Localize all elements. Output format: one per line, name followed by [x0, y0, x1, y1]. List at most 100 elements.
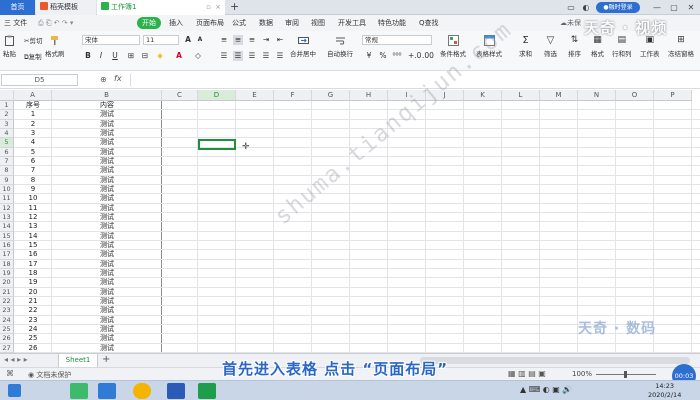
sheet-tab-sheet1[interactable]: Sheet1 [58, 354, 98, 367]
header-cell-a[interactable]: 序号 [14, 101, 52, 110]
percent-icon[interactable]: % [378, 51, 388, 61]
header-cell-b[interactable]: 内容 [52, 101, 162, 110]
column-header-d[interactable]: D [198, 90, 236, 101]
row-header[interactable]: 15 [0, 231, 14, 241]
align-left-icon[interactable]: ☰ [219, 51, 229, 61]
table-cell[interactable]: 测试 [52, 269, 162, 278]
row-header[interactable]: 25 [0, 324, 14, 335]
row-header[interactable]: 17 [0, 250, 14, 260]
sheet-nav-icons[interactable]: ◂ ◂ ▸ ▸ [4, 355, 28, 364]
table-cell[interactable]: 测试 [52, 288, 162, 297]
table-cell[interactable]: 测试 [52, 120, 162, 129]
row-header[interactable]: 24 [0, 315, 14, 325]
row-header[interactable]: 10 [0, 184, 14, 195]
column-header-h[interactable]: H [350, 90, 388, 101]
thousands-icon[interactable]: ⁰⁰⁰ [392, 51, 402, 61]
grow-font-icon[interactable]: A [183, 35, 193, 45]
table-cell[interactable]: 14 [14, 232, 52, 241]
windows-start-icon[interactable] [8, 384, 21, 397]
increase-decimal-icon[interactable]: +.0 [408, 51, 421, 61]
column-header-o[interactable]: O [616, 90, 654, 101]
row-header[interactable]: 7 [0, 156, 14, 167]
table-cell[interactable]: 5 [14, 148, 52, 157]
close-icon[interactable]: ✕ [684, 1, 698, 14]
table-cell[interactable]: 测试 [52, 278, 162, 287]
table-cell[interactable]: 20 [14, 288, 52, 297]
outdent-icon[interactable]: ⇤ [275, 35, 285, 45]
login-button[interactable]: ●融时登录 [596, 2, 640, 13]
format-button[interactable]: ▦ 格式 [591, 35, 604, 58]
add-sheet-button[interactable]: + [102, 354, 110, 365]
menu-search[interactable]: Q查找 [419, 17, 439, 29]
table-cell[interactable]: 测试 [52, 157, 162, 166]
zoom-slider-handle[interactable] [624, 371, 627, 378]
copy-button[interactable]: ⧉复制 [24, 51, 42, 62]
column-header-n[interactable]: N [578, 90, 616, 101]
select-all-corner[interactable] [0, 90, 14, 101]
table-cell[interactable]: 7 [14, 166, 52, 175]
tray-icons[interactable]: ▲ ⌨ ◐ ▣ 🔊 [520, 385, 572, 394]
freeze-button[interactable]: ⊞ 冻结窗格 [668, 35, 694, 58]
font-size-select[interactable]: 11 [143, 35, 179, 45]
table-cell[interactable]: 13 [14, 222, 52, 231]
row-header[interactable]: 27 [0, 343, 14, 353]
row-header[interactable]: 3 [0, 119, 14, 129]
row-header[interactable]: 2 [0, 110, 14, 120]
row-header[interactable]: 13 [0, 212, 14, 223]
doc-protection-status[interactable]: ◉ 文档未保护 [28, 370, 71, 380]
paste-button[interactable]: 粘贴 [3, 35, 16, 58]
sort-button[interactable]: ⇅ 排序 [568, 35, 581, 58]
table-cell[interactable]: 测试 [52, 129, 162, 138]
table-cell[interactable]: 9 [14, 185, 52, 194]
row-header[interactable]: 6 [0, 147, 14, 157]
row-header[interactable]: 21 [0, 287, 14, 297]
merge-border-icon[interactable]: ⊟ [140, 51, 150, 61]
app-icon-blue[interactable] [98, 383, 116, 399]
row-header[interactable]: 22 [0, 296, 14, 307]
decrease-decimal-icon[interactable]: .00 [422, 51, 434, 61]
row-header[interactable]: 23 [0, 306, 14, 316]
table-cell[interactable]: 测试 [52, 334, 162, 343]
table-cell[interactable]: 测试 [52, 110, 162, 119]
formula-input[interactable] [130, 74, 698, 86]
distribute-icon[interactable]: ☰ [275, 51, 285, 61]
tab-daoke-template[interactable]: 稻壳模板 [36, 0, 96, 15]
table-cell[interactable]: 6 [14, 157, 52, 166]
worksheet-button[interactable]: ▣ 工作表 [640, 35, 660, 58]
table-cell[interactable]: 24 [14, 325, 52, 334]
table-cell[interactable]: 测试 [52, 306, 162, 315]
cut-button[interactable]: ✂剪切 [24, 35, 42, 45]
row-header[interactable]: 18 [0, 259, 14, 269]
table-cell[interactable]: 10 [14, 194, 52, 203]
table-cell[interactable]: 3 [14, 129, 52, 138]
new-tab-button[interactable]: + [230, 0, 239, 15]
column-header-l[interactable]: L [502, 90, 540, 101]
column-header-g[interactable]: G [312, 90, 350, 101]
wps-spreadsheet-icon[interactable] [198, 383, 216, 399]
column-header-a[interactable]: A [14, 90, 52, 101]
fx-button[interactable]: fx [114, 74, 122, 83]
table-cell[interactable]: 4 [14, 138, 52, 147]
view-mode-icons[interactable]: ▦ ▥ ▤ ▣ [508, 369, 546, 378]
column-header-b[interactable]: B [52, 90, 162, 101]
menu-page-layout[interactable]: 页面布局 [196, 17, 224, 29]
zoom-search-icon[interactable]: ⊕ [100, 75, 107, 84]
table-cell[interactable]: 测试 [52, 344, 162, 353]
spreadsheet-grid[interactable]: ABCDEFGHIJKLMNOP 1 序号 内容 2 1 测试 3 2 测试 4 3 测试 5 4 测试 6 5… [0, 90, 700, 353]
table-cell[interactable]: 测试 [52, 297, 162, 306]
row-header[interactable]: 11 [0, 194, 14, 204]
row-header[interactable]: 8 [0, 166, 14, 176]
menu-review[interactable]: 审阅 [285, 17, 299, 29]
bold-button[interactable]: B [83, 51, 93, 61]
row-col-button[interactable]: ▤ 行和列 [612, 35, 632, 58]
align-middle-icon[interactable]: ≡ [233, 35, 243, 45]
menu-special[interactable]: 特色功能 [378, 17, 406, 29]
row-header[interactable]: 26 [0, 334, 14, 344]
clock[interactable]: 14:23 2020/2/14 [648, 382, 681, 400]
align-center-icon[interactable]: ☰ [233, 51, 243, 61]
align-bottom-icon[interactable]: ≡ [247, 35, 257, 45]
menu-file[interactable]: 三 文件 [4, 17, 27, 29]
border-icon[interactable]: ⊞ [126, 51, 136, 61]
currency-icon[interactable]: ¥ [364, 51, 374, 61]
chrome-icon[interactable] [133, 383, 151, 399]
